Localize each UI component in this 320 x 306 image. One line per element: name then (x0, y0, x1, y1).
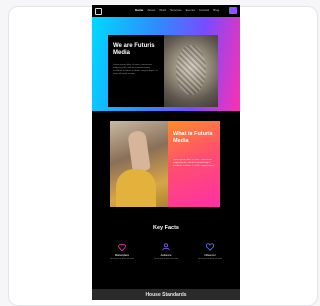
hero-title: We are Futuris Media (113, 43, 155, 56)
about-title: What is Futuris Media (173, 131, 213, 144)
hero-text-card: We are Futuris Media Lorem ipsum dolor s… (108, 35, 164, 107)
website-preview: Home About Work Services Events Contact … (92, 5, 240, 300)
about-description: Lorem ipsum dolor sit amet, consectetur … (173, 159, 215, 167)
bottom-title: House Standards (145, 292, 187, 298)
fact-label: Influencer (204, 254, 216, 257)
fact-audience: Audience Lorem ipsum dolor sit amet (148, 243, 184, 261)
nav-link-events[interactable]: Events (186, 8, 195, 13)
bottom-band: House Standards (92, 289, 240, 300)
team-image (110, 121, 168, 207)
fact-label: Audience (160, 254, 172, 257)
heart-icon (206, 243, 214, 251)
nav-link-home[interactable]: Home (135, 8, 143, 13)
fact-sub: Lorem ipsum dolor sit amet (153, 258, 179, 260)
hero-description: Lorem ipsum dolor sit amet, consectetur … (113, 64, 158, 75)
about-card: What is Futuris Media Lorem ipsum dolor … (168, 121, 220, 207)
key-facts-title: Key Facts (153, 225, 179, 231)
people-icon (162, 243, 170, 251)
nav-link-contact[interactable]: Contact (199, 8, 209, 13)
menu-icon[interactable] (229, 7, 237, 14)
logo[interactable] (95, 8, 102, 15)
fact-sub: Lorem ipsum dolor sit amet (197, 258, 223, 260)
top-navigation: Home About Work Services Events Contact … (92, 5, 240, 17)
fact-influencer: Influencer Lorem ipsum dolor sit amet (192, 243, 228, 261)
fact-label: Marketplace (114, 254, 130, 257)
nav-link-about[interactable]: About (147, 8, 155, 13)
fact-marketplace: Marketplace Lorem ipsum dolor sit amet (104, 243, 140, 261)
nav-link-blog[interactable]: Blog (213, 8, 219, 13)
nav-links: Home About Work Services Events Contact … (135, 8, 219, 13)
diamond-icon (118, 244, 126, 251)
hero-image (164, 35, 218, 107)
fact-sub: Lorem ipsum dolor sit amet (109, 258, 135, 260)
nav-link-work[interactable]: Work (159, 8, 166, 13)
hero-section: We are Futuris Media Lorem ipsum dolor s… (92, 17, 240, 111)
nav-link-services[interactable]: Services (170, 8, 182, 13)
